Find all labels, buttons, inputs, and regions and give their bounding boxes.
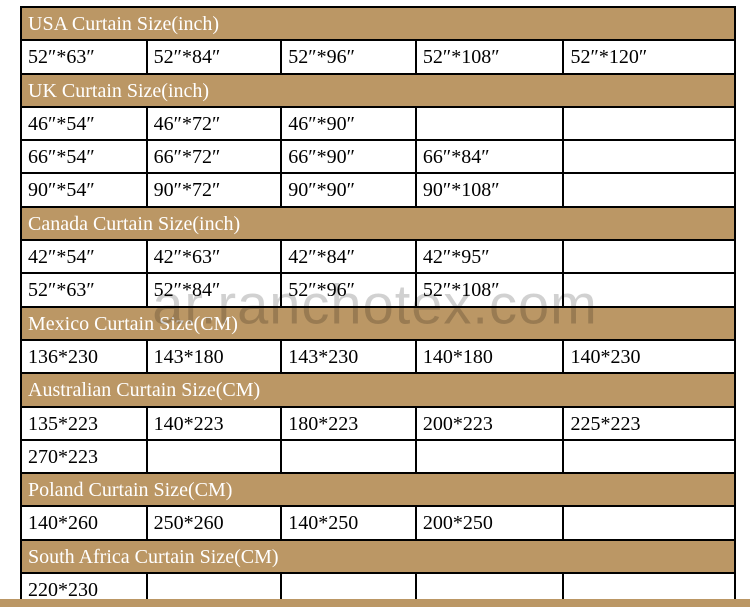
size-cell: 143*230 <box>282 341 417 374</box>
size-cell: 42″*95″ <box>417 241 565 274</box>
section-header: Mexico Curtain Size(CM) <box>22 308 736 341</box>
section-header-label: Canada Curtain Size(inch) <box>22 208 736 241</box>
size-cell: 42″*54″ <box>22 241 148 274</box>
size-cell: 42″*84″ <box>282 241 417 274</box>
size-cell: 90″*54″ <box>22 174 148 207</box>
section-header: Canada Curtain Size(inch) <box>22 208 736 241</box>
size-cell: 66″*54″ <box>22 141 148 174</box>
size-cell <box>564 141 736 174</box>
size-cell: 136*230 <box>22 341 148 374</box>
size-cell <box>564 108 736 141</box>
section-header: Australian Curtain Size(CM) <box>22 374 736 407</box>
section-header: South Africa Curtain Size(CM) <box>22 541 736 574</box>
size-cell: 52″*96″ <box>282 274 417 307</box>
footer-strip <box>0 599 750 607</box>
size-cell: 270*223 <box>22 441 148 474</box>
table-row: 52″*63″52″*84″52″*96″52″*108″52″*120″ <box>22 41 736 74</box>
size-cell: 135*223 <box>22 408 148 441</box>
size-cell <box>564 274 736 307</box>
size-cell <box>564 174 736 207</box>
size-cell: 180*223 <box>282 408 417 441</box>
table-row: 52″*63″52″*84″52″*96″52″*108″ <box>22 274 736 307</box>
section-header-label: Poland Curtain Size(CM) <box>22 474 736 507</box>
section-header: Poland Curtain Size(CM) <box>22 474 736 507</box>
size-cell <box>417 108 565 141</box>
table-row: 42″*54″42″*63″42″*84″42″*95″ <box>22 241 736 274</box>
size-cell <box>417 441 565 474</box>
size-cell: 52″*63″ <box>22 41 148 74</box>
section-header-label: South Africa Curtain Size(CM) <box>22 541 736 574</box>
section-header: USA Curtain Size(inch) <box>22 8 736 41</box>
size-cell: 46″*90″ <box>282 108 417 141</box>
size-cell <box>564 441 736 474</box>
size-cell: 140*223 <box>148 408 283 441</box>
table-row: 270*223 <box>22 441 736 474</box>
size-cell: 66″*90″ <box>282 141 417 174</box>
size-cell: 66″*84″ <box>417 141 565 174</box>
size-cell: 46″*54″ <box>22 108 148 141</box>
table-row: 90″*54″90″*72″90″*90″90″*108″ <box>22 174 736 207</box>
size-cell: 140*180 <box>417 341 565 374</box>
size-cell <box>148 441 283 474</box>
size-cell: 66″*72″ <box>148 141 283 174</box>
section-header-label: USA Curtain Size(inch) <box>22 8 736 41</box>
size-cell: 42″*63″ <box>148 241 283 274</box>
section-header: UK Curtain Size(inch) <box>22 75 736 108</box>
size-cell: 200*223 <box>417 408 565 441</box>
table-row: 46″*54″46″*72″46″*90″ <box>22 108 736 141</box>
size-cell: 52″*84″ <box>148 274 283 307</box>
section-header-label: UK Curtain Size(inch) <box>22 75 736 108</box>
size-cell: 140*260 <box>22 507 148 540</box>
size-cell: 52″*108″ <box>417 41 565 74</box>
size-cell <box>564 241 736 274</box>
size-cell: 143*180 <box>148 341 283 374</box>
size-cell: 200*250 <box>417 507 565 540</box>
size-cell: 140*250 <box>282 507 417 540</box>
table-row: 136*230143*180143*230140*180140*230 <box>22 341 736 374</box>
size-cell <box>282 441 417 474</box>
table-row: 135*223140*223180*223200*223225*223 <box>22 408 736 441</box>
size-cell: 250*260 <box>148 507 283 540</box>
size-cell: 90″*108″ <box>417 174 565 207</box>
size-cell: 52″*96″ <box>282 41 417 74</box>
section-header-label: Australian Curtain Size(CM) <box>22 374 736 407</box>
size-cell: 90″*90″ <box>282 174 417 207</box>
table-row: 66″*54″66″*72″66″*90″66″*84″ <box>22 141 736 174</box>
size-cell: 52″*108″ <box>417 274 565 307</box>
size-cell: 52″*84″ <box>148 41 283 74</box>
size-table: USA Curtain Size(inch)52″*63″52″*84″52″*… <box>20 6 736 607</box>
section-header-label: Mexico Curtain Size(CM) <box>22 308 736 341</box>
size-cell: 52″*120″ <box>564 41 736 74</box>
size-cell: 90″*72″ <box>148 174 283 207</box>
size-cell <box>564 507 736 540</box>
size-cell: 52″*63″ <box>22 274 148 307</box>
size-cell: 46″*72″ <box>148 108 283 141</box>
size-cell: 225*223 <box>564 408 736 441</box>
size-cell: 140*230 <box>564 341 736 374</box>
table-row: 140*260250*260140*250200*250 <box>22 507 736 540</box>
